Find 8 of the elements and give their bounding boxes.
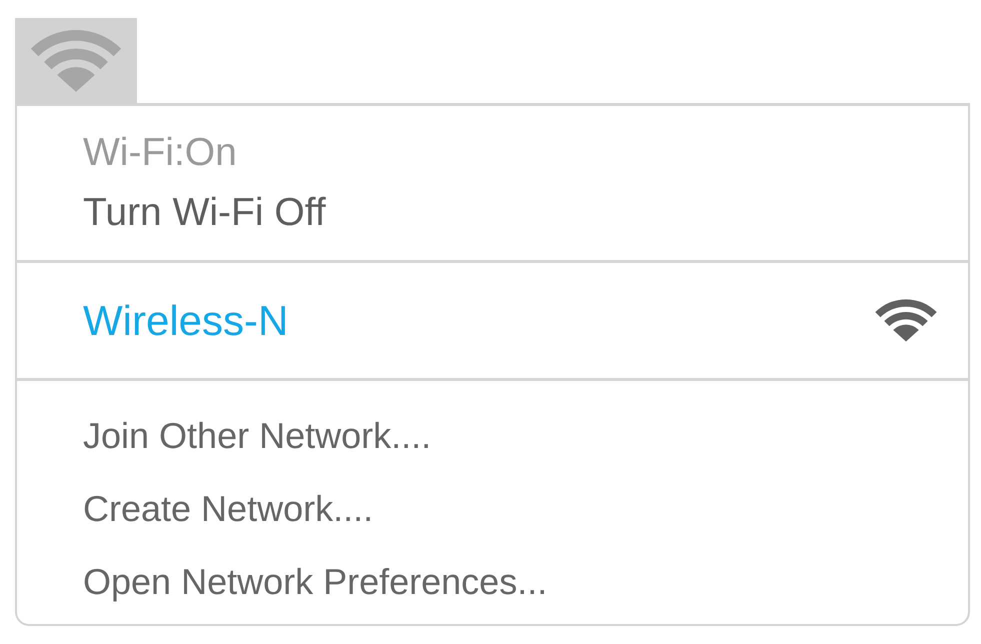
- wifi-status-button[interactable]: [15, 18, 137, 103]
- menu-item[interactable]: Open Network Preferences...: [17, 545, 548, 618]
- menu-item[interactable]: Turn Wi-Fi Off: [17, 183, 326, 243]
- menu-item[interactable]: Join Other Network....: [17, 399, 432, 472]
- signal-icon: [874, 298, 938, 343]
- wifi-status-text: Wi-Fi:On: [82, 130, 237, 176]
- menu-item[interactable]: Create Network....: [17, 472, 374, 545]
- wifi-icon: [29, 28, 123, 94]
